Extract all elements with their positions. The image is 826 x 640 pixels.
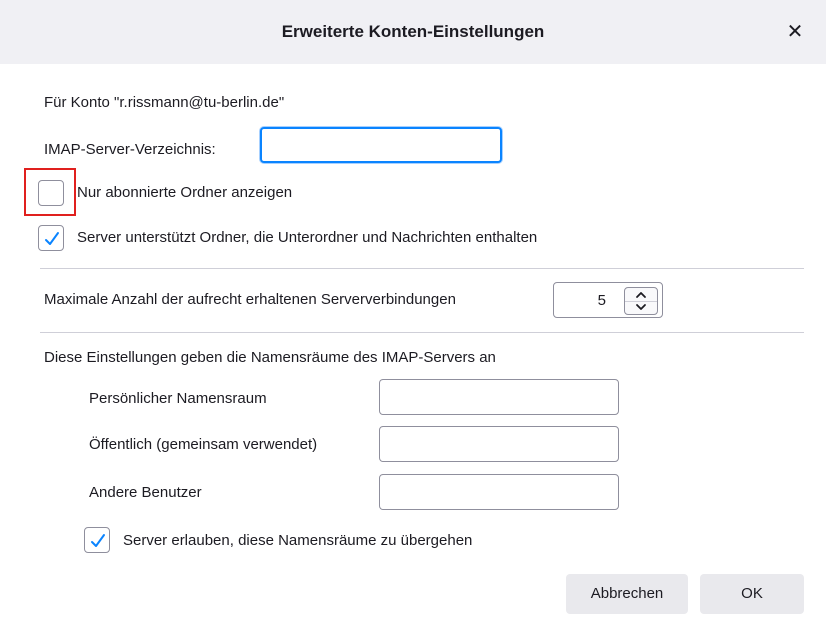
account-label: Für Konto "r.rissmann@tu-berlin.de" (44, 94, 285, 111)
cancel-button[interactable]: Abbrechen (566, 574, 688, 614)
allow-override-label: Server erlauben, diese Namensräume zu üb… (123, 532, 473, 549)
separator (40, 332, 804, 333)
subscribed-folders-label: Nur abonnierte Ordner anzeigen (77, 184, 293, 201)
max-connections-value: 5 (597, 292, 606, 309)
ok-button[interactable]: OK (700, 574, 804, 614)
stepper-down-button[interactable] (625, 301, 657, 314)
public-namespace-label: Öffentlich (gemeinsam verwendet) (89, 436, 318, 453)
max-connections-label: Maximale Anzahl der aufrecht erhaltenen … (44, 291, 456, 308)
folders-with-subfolders-checkbox[interactable] (38, 225, 64, 251)
checkmark-icon (91, 534, 105, 547)
folders-with-subfolders-label: Server unterstützt Ordner, die Unterordn… (77, 229, 538, 246)
public-namespace-input[interactable] (379, 426, 619, 462)
chevron-down-icon (636, 304, 646, 310)
imap-directory-label: IMAP-Server-Verzeichnis: (44, 141, 216, 158)
advanced-account-settings-dialog: Erweiterte Konten-Einstellungen ✕ Für Ko… (0, 0, 826, 640)
personal-namespace-label: Persönlicher Namensraum (89, 390, 267, 407)
allow-override-checkbox[interactable] (84, 527, 110, 553)
chevron-up-icon (636, 292, 646, 298)
imap-directory-input[interactable] (260, 127, 502, 163)
dialog-title: Erweiterte Konten-Einstellungen (281, 22, 545, 41)
namespaces-heading: Diese Einstellungen geben die Namensräum… (44, 349, 496, 366)
close-icon[interactable]: ✕ (782, 19, 808, 45)
checkmark-icon (45, 232, 59, 245)
stepper-arrows (624, 287, 658, 315)
stepper-up-button[interactable] (625, 288, 657, 302)
separator (40, 268, 804, 269)
max-connections-stepper[interactable]: 5 (553, 282, 663, 318)
personal-namespace-input[interactable] (379, 379, 619, 415)
subscribed-folders-checkbox[interactable] (38, 180, 64, 206)
other-users-namespace-input[interactable] (379, 474, 619, 510)
other-users-namespace-label: Andere Benutzer (89, 484, 202, 501)
